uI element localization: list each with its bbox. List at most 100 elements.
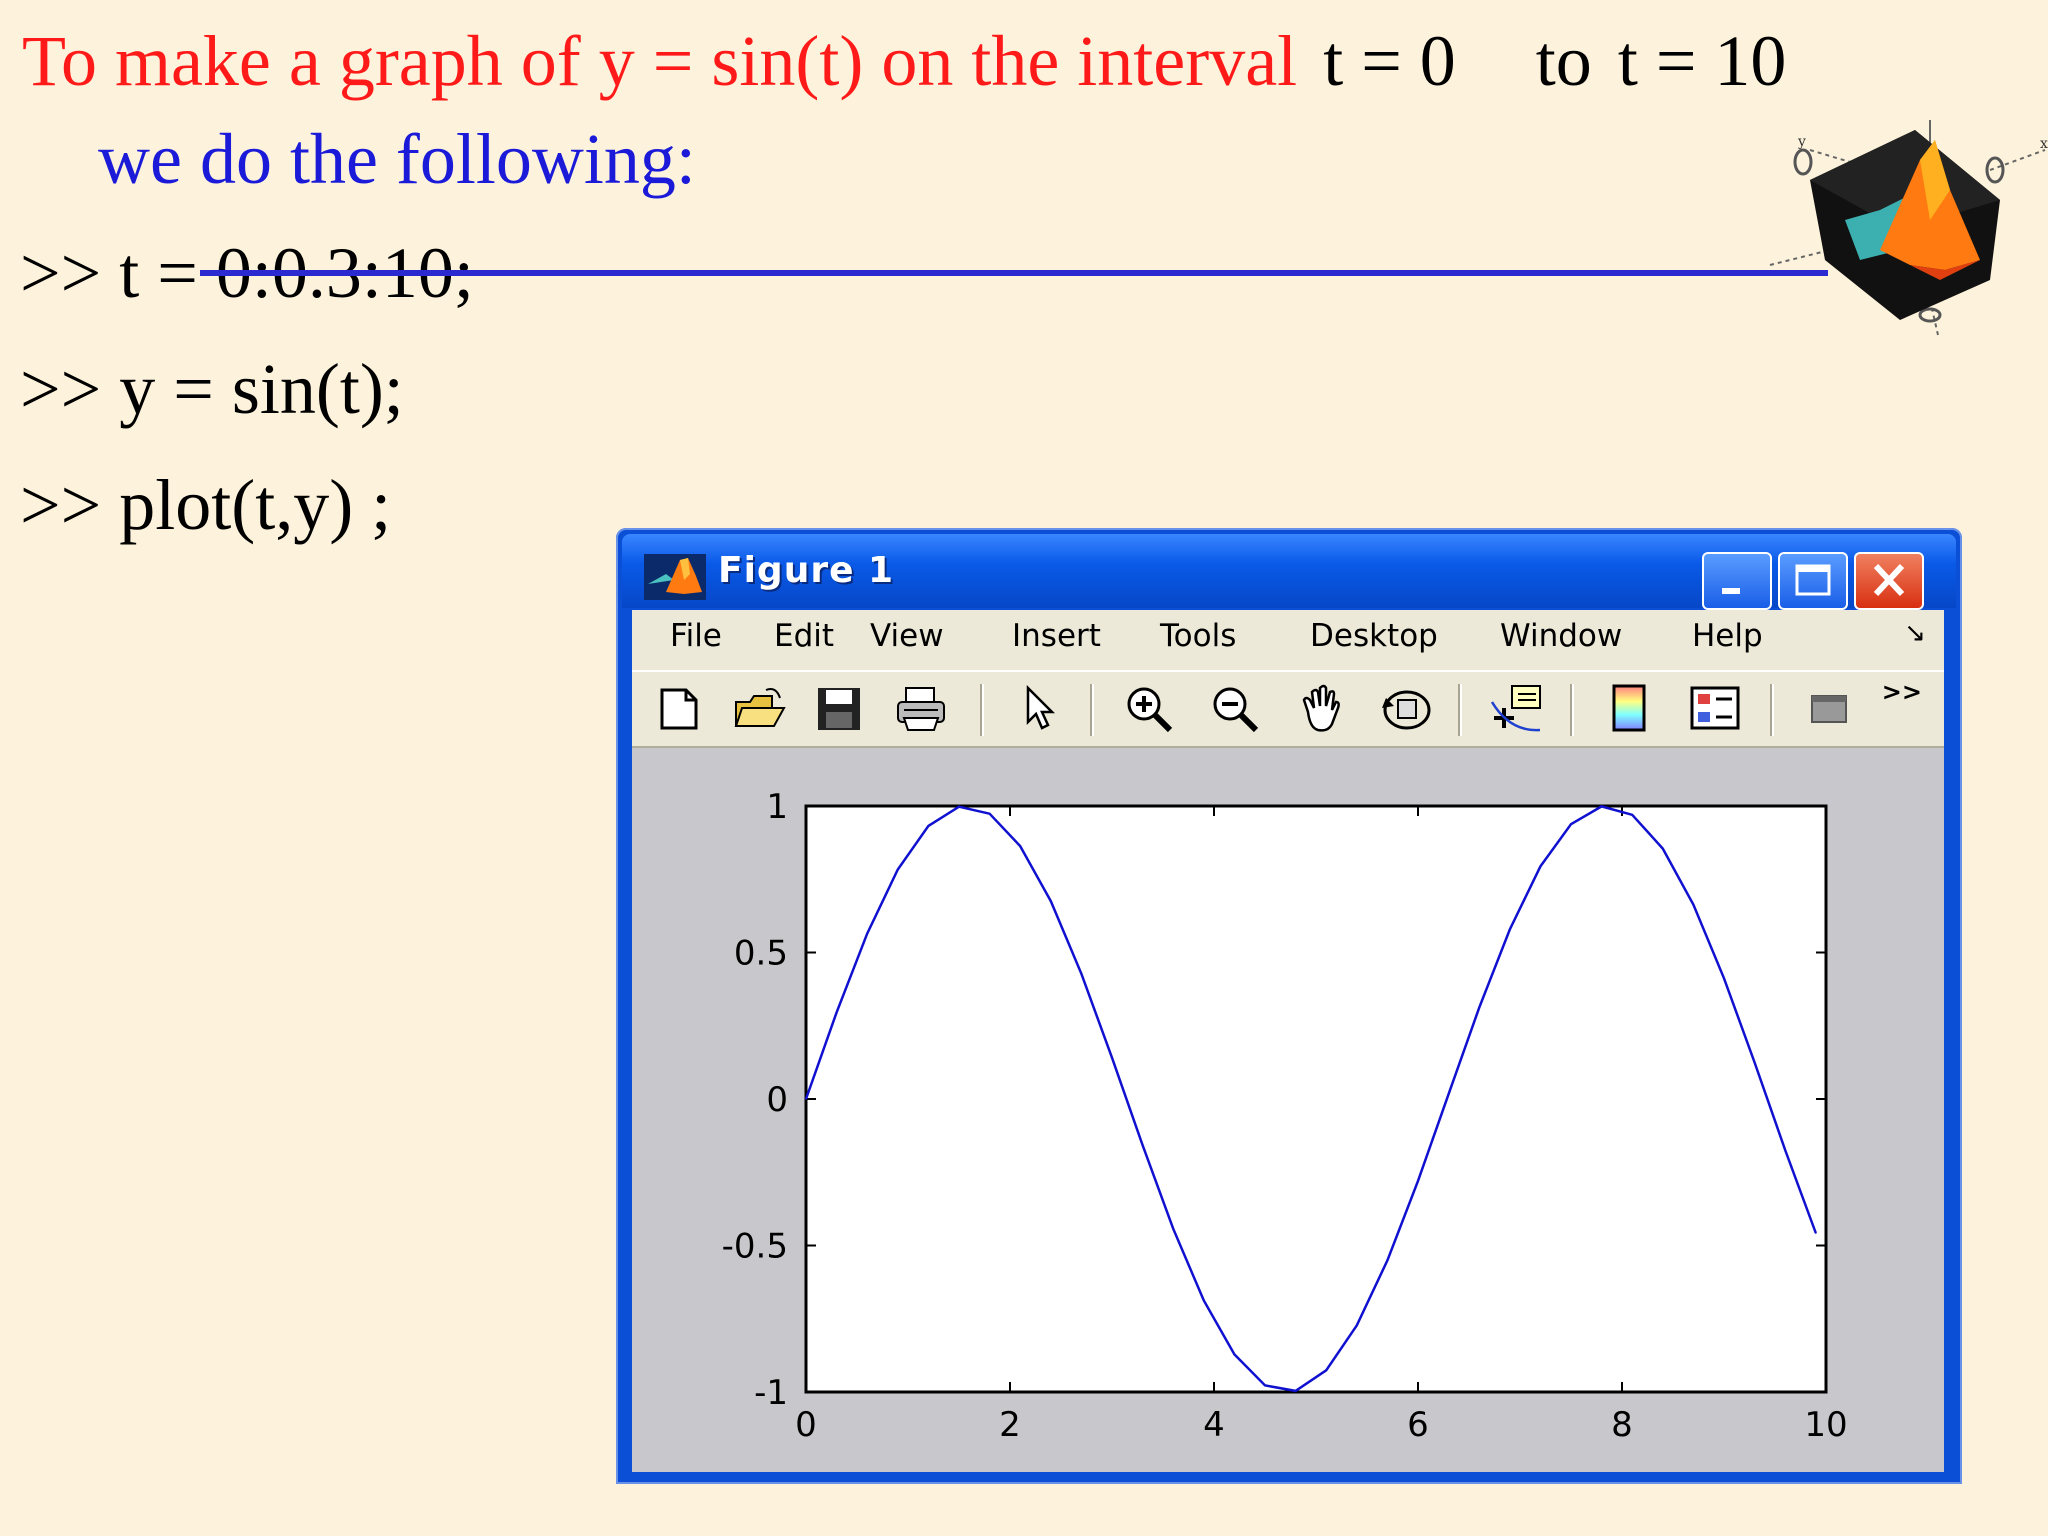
axes-box	[804, 804, 1828, 1394]
menu-file[interactable]: File	[670, 618, 722, 654]
data-point	[1784, 1149, 1786, 1151]
save-icon	[818, 688, 860, 730]
title-red-text: To make a graph of y = sin(t) on the int…	[22, 21, 1298, 101]
data-point	[805, 1098, 807, 1100]
menu-desktop[interactable]: Desktop	[1310, 618, 1438, 654]
window-title: Figure 1	[718, 550, 895, 591]
data-point	[1478, 1006, 1480, 1009]
data-point	[1080, 972, 1083, 975]
minimize-button[interactable]	[1702, 552, 1772, 610]
save-button[interactable]	[812, 682, 866, 736]
divider-line	[200, 270, 1828, 276]
insert-legend-button[interactable]	[1688, 682, 1742, 736]
data-point	[1539, 865, 1542, 868]
x-tick-label: 2	[999, 1405, 1021, 1445]
data-point	[1233, 1353, 1236, 1356]
toolbar-overflow-icon[interactable]: >>	[1882, 678, 1922, 706]
zoom-in-icon	[1127, 687, 1173, 733]
menu-view[interactable]: View	[870, 618, 944, 654]
title-to: to	[1535, 21, 1592, 101]
close-icon	[1873, 563, 1905, 597]
colorbar-icon	[1612, 684, 1646, 732]
code-line-3: >> plot(t,y) ;	[20, 465, 392, 545]
open-file-button[interactable]	[732, 682, 786, 736]
x-tick-label: 0	[795, 1405, 817, 1445]
pan-button[interactable]	[1294, 682, 1348, 736]
menu-bar: File Edit View Insert Tools Desktop Wind…	[632, 610, 1944, 666]
data-point	[958, 805, 960, 808]
data-cursor-icon	[1490, 685, 1541, 732]
menu-edit[interactable]: Edit	[774, 618, 834, 654]
data-cursor-button[interactable]	[1490, 682, 1544, 736]
data-point	[927, 825, 930, 827]
toolbar-separator	[1090, 684, 1094, 736]
svg-text:y: y	[1797, 134, 1806, 150]
data-point	[1600, 805, 1603, 808]
figure-window: Figure 1 File Edit View Insert Tools Des…	[616, 528, 1962, 1484]
open-folder-icon	[734, 688, 786, 727]
menu-help[interactable]: Help	[1692, 618, 1763, 654]
data-point	[835, 1011, 838, 1014]
close-button[interactable]	[1854, 552, 1924, 610]
toolbar-separator	[1458, 684, 1462, 736]
insert-colorbar-button[interactable]	[1602, 682, 1656, 736]
data-point	[1325, 1369, 1327, 1372]
data-point	[1294, 1390, 1297, 1392]
axes[interactable]: 0 2 4 6 8 10 1 0.5 0 -0.5 -1	[632, 748, 1944, 1472]
y-tick-label: 0.5	[734, 934, 788, 974]
x-tick-label: 6	[1407, 1405, 1429, 1445]
x-tick-label: 10	[1804, 1405, 1847, 1445]
menu-insert[interactable]: Insert	[1012, 618, 1101, 654]
zoom-out-icon	[1213, 687, 1259, 733]
toolbar-separator	[980, 684, 984, 736]
data-point	[1447, 1093, 1450, 1095]
data-point	[1753, 1061, 1756, 1064]
menu-dock-arrow-icon[interactable]: ↘	[1904, 618, 1926, 648]
data-point	[1417, 1180, 1419, 1182]
data-point	[988, 812, 991, 815]
zoom-out-button[interactable]	[1208, 682, 1262, 736]
data-point	[1570, 823, 1572, 825]
data-point	[1692, 903, 1695, 906]
select-arrow-icon	[1026, 684, 1056, 730]
new-figure-button[interactable]	[652, 682, 706, 736]
maximize-icon	[1795, 564, 1831, 596]
maximize-button[interactable]	[1778, 552, 1848, 610]
menu-window[interactable]: Window	[1500, 618, 1622, 654]
rotate-3d-button[interactable]	[1380, 682, 1434, 736]
print-button[interactable]	[894, 682, 948, 736]
y-tick-label: 0	[766, 1080, 788, 1120]
rotate-3d-icon	[1382, 690, 1431, 730]
data-point	[1631, 814, 1633, 816]
menu-tools[interactable]: Tools	[1160, 618, 1236, 654]
data-point	[866, 932, 868, 935]
zoom-in-button[interactable]	[1122, 682, 1176, 736]
figure-client-area: File Edit View Insert Tools Desktop Wind…	[632, 610, 1944, 1472]
data-point	[1141, 1144, 1144, 1147]
plot-tools-icon	[1811, 695, 1847, 723]
print-icon	[897, 687, 945, 731]
title-t0: t = 0	[1323, 21, 1456, 101]
data-point	[1386, 1259, 1389, 1262]
plot-area: 0 2 4 6 8 10 1 0.5 0 -0.5 -1	[632, 748, 1944, 1472]
svg-text:x: x	[2040, 136, 2048, 152]
pan-hand-icon	[1302, 684, 1340, 732]
title-t10: t = 10	[1617, 21, 1787, 101]
plot-tools-button[interactable]	[1802, 682, 1856, 736]
matlab-cube-logo-icon: y x	[1769, 120, 2048, 336]
data-point	[1172, 1227, 1174, 1230]
data-point	[1662, 847, 1664, 850]
edit-plot-button[interactable]	[1012, 682, 1066, 736]
legend-icon	[1690, 686, 1740, 730]
minimize-icon	[1722, 588, 1740, 594]
slide-subtitle: we do the following:	[98, 119, 696, 199]
y-tick-label: 1	[766, 787, 788, 827]
code-line-2: >> y = sin(t);	[20, 349, 404, 429]
title-bar[interactable]: Figure 1	[622, 534, 1956, 610]
data-point	[1723, 977, 1725, 980]
data-point	[1019, 845, 1021, 847]
new-file-icon	[660, 688, 698, 730]
data-point	[1356, 1324, 1358, 1327]
figure-toolbar: >>	[632, 670, 1944, 748]
data-point	[897, 868, 899, 871]
